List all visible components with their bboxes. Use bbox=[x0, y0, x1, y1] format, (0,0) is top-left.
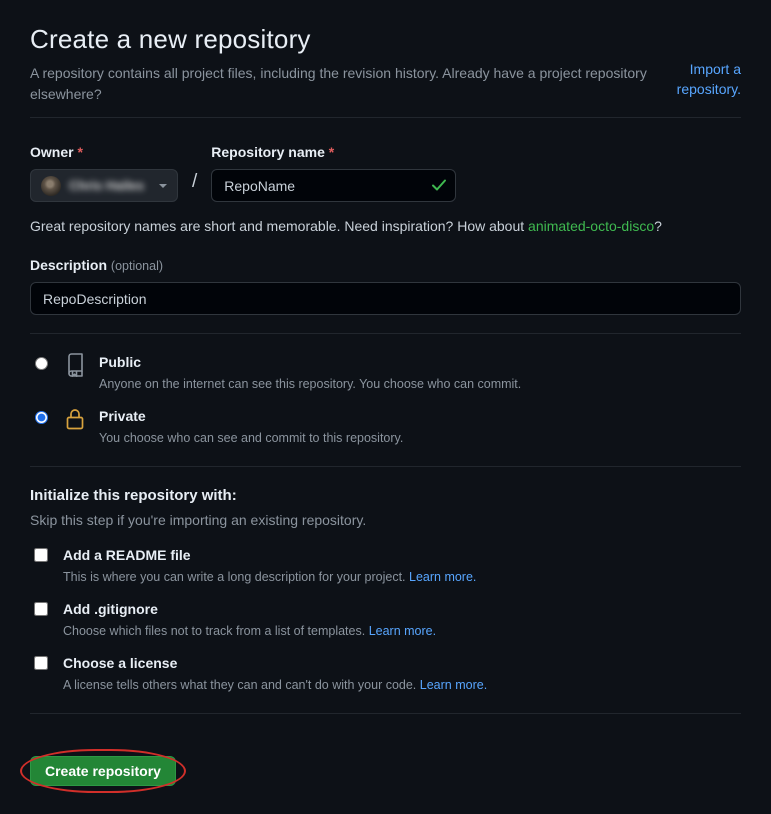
add-license-checkbox[interactable] bbox=[34, 656, 48, 670]
initialize-sub: Skip this step if you're importing an ex… bbox=[30, 510, 741, 531]
visibility-private-radio[interactable] bbox=[35, 411, 48, 424]
check-icon bbox=[431, 177, 447, 193]
separator-slash: / bbox=[192, 168, 197, 197]
divider bbox=[30, 713, 741, 714]
add-readme-checkbox[interactable] bbox=[34, 548, 48, 562]
create-repository-button[interactable]: Create repository bbox=[30, 756, 176, 786]
divider bbox=[30, 333, 741, 334]
add-license-title: Choose a license bbox=[63, 653, 487, 674]
visibility-private-sub: You choose who can see and commit to thi… bbox=[99, 431, 403, 445]
visibility-public-title: Public bbox=[99, 352, 521, 373]
name-suggestion-link[interactable]: animated-octo-disco bbox=[528, 218, 654, 234]
chevron-down-icon bbox=[159, 184, 167, 188]
visibility-public-sub: Anyone on the internet can see this repo… bbox=[99, 377, 521, 391]
lock-icon bbox=[63, 407, 87, 431]
description-input[interactable] bbox=[30, 282, 741, 315]
add-readme-title: Add a README file bbox=[63, 545, 476, 566]
owner-label: Owner bbox=[30, 142, 178, 163]
add-gitignore-sub: Choose which files not to track from a l… bbox=[63, 624, 369, 638]
page-subtitle: A repository contains all project files,… bbox=[30, 63, 659, 105]
gitignore-learn-more-link[interactable]: Learn more. bbox=[369, 624, 436, 638]
description-label: Description (optional) bbox=[30, 255, 741, 276]
readme-learn-more-link[interactable]: Learn more. bbox=[409, 570, 476, 584]
page-title: Create a new repository bbox=[30, 20, 659, 59]
license-learn-more-link[interactable]: Learn more. bbox=[420, 678, 487, 692]
reponame-label: Repository name bbox=[211, 142, 456, 163]
divider bbox=[30, 466, 741, 467]
visibility-private-title: Private bbox=[99, 406, 403, 427]
initialize-heading: Initialize this repository with: bbox=[30, 485, 741, 508]
name-hint: Great repository names are short and mem… bbox=[30, 216, 741, 237]
repo-icon bbox=[63, 353, 87, 377]
add-license-sub: A license tells others what they can and… bbox=[63, 678, 420, 692]
add-gitignore-checkbox[interactable] bbox=[34, 602, 48, 616]
add-gitignore-title: Add .gitignore bbox=[63, 599, 436, 620]
visibility-public-radio[interactable] bbox=[35, 357, 48, 370]
avatar bbox=[41, 176, 61, 196]
reponame-input[interactable] bbox=[211, 169, 456, 202]
import-repo-link[interactable]: Import arepository. bbox=[677, 60, 741, 99]
owner-name: Chris Hailes bbox=[69, 176, 144, 196]
add-readme-sub: This is where you can write a long descr… bbox=[63, 570, 409, 584]
owner-select[interactable]: Chris Hailes bbox=[30, 169, 178, 202]
